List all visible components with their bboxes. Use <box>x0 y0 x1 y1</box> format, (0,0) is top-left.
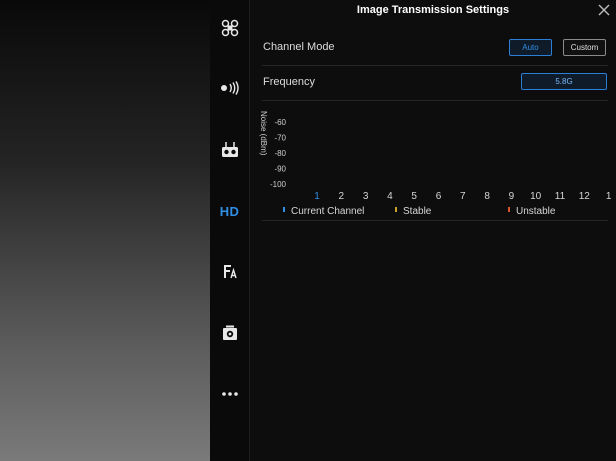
x-tick-label: 9 <box>509 191 515 202</box>
x-tick-label: 7 <box>460 191 466 202</box>
y-tick-label: -80 <box>274 149 286 158</box>
noise-chart: Noise (dBm) -60-70-80-90-100 1 2 3 4 5 6 7 8 9 10… <box>259 111 612 217</box>
close-icon <box>598 4 610 16</box>
x-tick-label: 5 <box>411 191 417 202</box>
divider <box>262 220 608 221</box>
y-axis-label: Noise (dBm) <box>259 111 268 156</box>
settings-sidebar: HD <box>210 0 250 461</box>
y-tick-label: -60 <box>274 118 286 127</box>
frequency-select[interactable]: 5.8G <box>521 73 607 90</box>
x-tick-label: 10 <box>530 191 542 202</box>
legend-swatch <box>508 207 510 212</box>
camera-tab[interactable] <box>210 317 249 349</box>
y-tick-label: -70 <box>274 134 286 143</box>
channel-mode-label: Channel Mode <box>263 41 335 53</box>
x-tick-label: 3 <box>363 191 369 202</box>
battery-tab[interactable] <box>210 256 249 288</box>
signal-icon <box>220 81 239 95</box>
panel-title: Image Transmission Settings <box>356 4 510 16</box>
x-tick-label: 8 <box>484 191 490 202</box>
more-icon <box>221 392 238 396</box>
background-view <box>0 0 210 461</box>
remote-controller-tab[interactable] <box>210 134 249 166</box>
legend-swatch <box>283 207 285 212</box>
aircraft-icon <box>221 19 238 37</box>
legend-label: Unstable <box>516 206 556 217</box>
x-axis-ticks: 1 2 3 4 5 6 7 8 9 10 11 12 1 <box>314 191 612 202</box>
x-tick-label: 1 <box>606 191 612 202</box>
frequency-label: Frequency <box>263 76 315 88</box>
y-tick-label: -100 <box>270 180 287 189</box>
x-tick-label: 4 <box>387 191 393 202</box>
remote-controller-icon <box>221 142 238 157</box>
legend-label: Stable <box>403 206 432 217</box>
legend-label: Current Channel <box>291 206 364 217</box>
camera-icon <box>222 325 237 340</box>
frequency-row: Frequency 5.8G <box>262 66 608 101</box>
hd-tab[interactable]: HD <box>210 195 249 227</box>
x-tick-label: 12 <box>579 191 591 202</box>
x-tick-label: 6 <box>436 191 442 202</box>
signal-tab[interactable] <box>210 72 249 104</box>
custom-button[interactable]: Custom <box>563 39 606 56</box>
battery-icon <box>223 265 237 279</box>
y-axis-ticks: -60 -70 -80 -90 -100 <box>270 118 287 189</box>
x-tick-label: 1 <box>314 191 320 202</box>
chart-legend: Current Channel Stable Unstable <box>283 206 556 217</box>
channel-mode-row: Channel Mode Auto Custom <box>262 31 608 66</box>
settings-panel: Image Transmission Settings Channel Mode… <box>250 0 616 461</box>
x-tick-label: 11 <box>555 191 566 202</box>
auto-button[interactable]: Auto <box>509 39 552 56</box>
y-tick-label: -90 <box>274 165 286 174</box>
x-tick-label: 2 <box>339 191 345 202</box>
more-tab[interactable] <box>210 378 249 410</box>
aircraft-tab[interactable] <box>210 12 249 44</box>
legend-swatch <box>395 207 397 212</box>
close-button[interactable] <box>596 2 612 18</box>
